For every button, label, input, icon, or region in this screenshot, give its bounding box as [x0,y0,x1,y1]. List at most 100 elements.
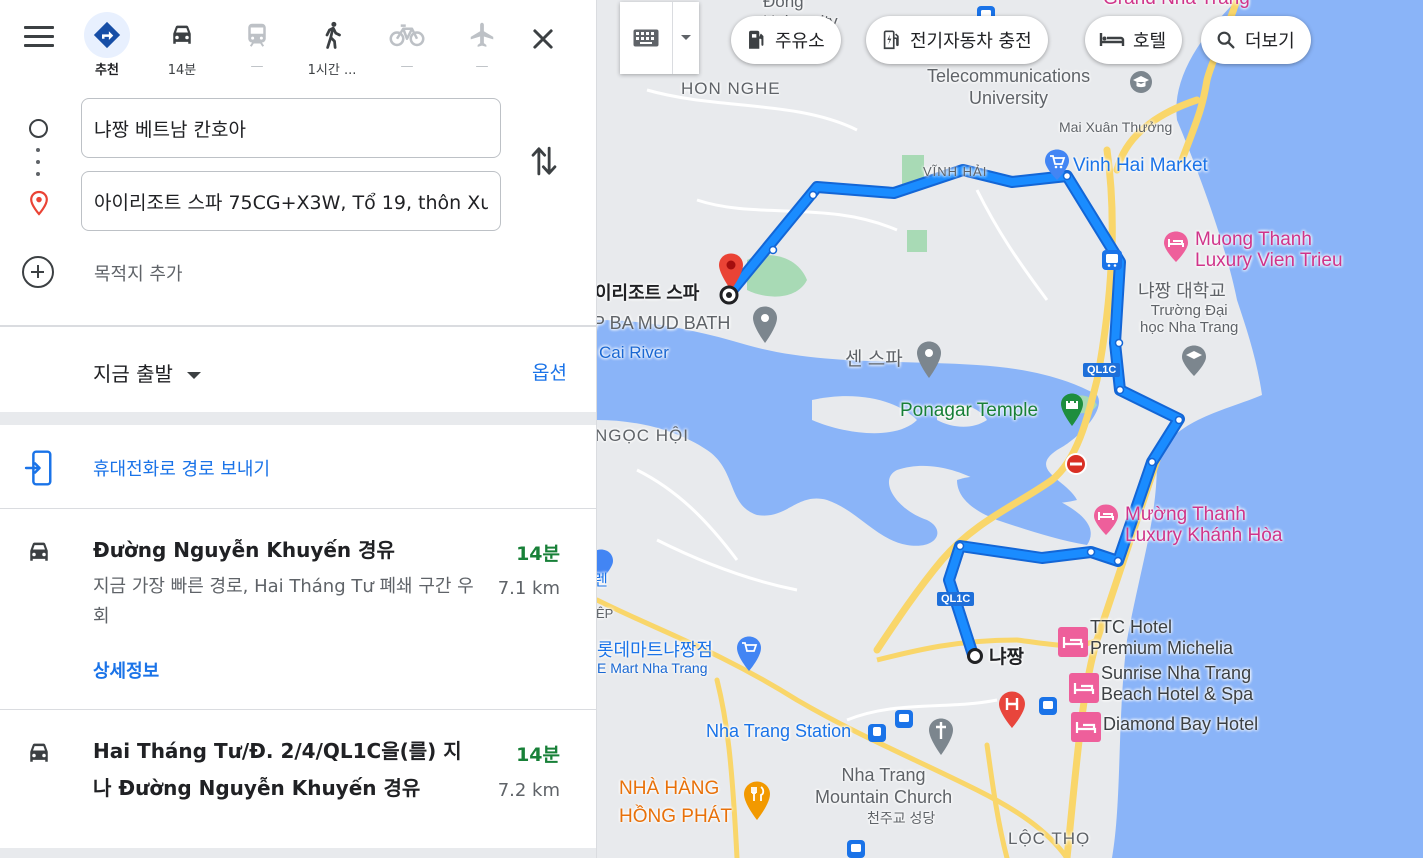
area-label: HON NGHE [681,79,781,98]
poi-label[interactable]: Mường Thanh Luxury Khánh Hòa [1125,504,1282,546]
poi-label[interactable]: 센 스파 [845,344,903,371]
train-station-icon[interactable] [868,724,886,746]
waypoint-connector [36,148,40,184]
shopping-cart-icon[interactable] [735,635,763,677]
chip-hotel[interactable]: 호텔 [1085,16,1183,64]
road-closure-icon[interactable] [1064,452,1088,480]
origin-marker-icon[interactable] [966,647,984,669]
hotel-marker-icon[interactable] [1162,230,1190,268]
route-option-1[interactable]: Đường Nguyễn Khuyến 경유 14분 7.1 km 지금 가장 … [0,509,596,709]
send-to-phone-label: 휴대전화로 경로 보내기 [93,459,271,480]
poi-label[interactable]: Nha Trang Mountain Church [815,764,952,808]
swap-icon [531,146,557,176]
hotel-icon [1099,33,1125,46]
origin-input[interactable] [81,98,501,158]
poi-label[interactable]: Trường Đại học Nha Trang [1140,302,1238,336]
river-label: Cai River [599,343,669,362]
bus-stop-icon[interactable] [1039,697,1057,719]
shopping-cart-icon[interactable] [1043,148,1071,186]
chip-ev-charging[interactable]: 전기자동차 충전 [866,16,1048,64]
bus-stop-icon[interactable] [847,840,865,858]
hospital-icon[interactable] [997,690,1027,734]
poi-label[interactable]: 천주교 성당 [867,808,935,828]
education-icon[interactable] [1129,70,1153,98]
send-to-phone-button[interactable]: 휴대전화로 경로 보내기 [0,426,596,508]
swap-directions-button[interactable] [528,143,560,183]
route-details-link[interactable]: 상세정보 [93,657,159,683]
poi-label[interactable]: ÊP [597,606,613,621]
poi-label[interactable]: 냐짱 대학교 [1138,277,1226,303]
bus-stop-icon[interactable] [1102,250,1122,274]
poi-label[interactable]: Nha Trang Station [706,721,851,742]
route-distance: 7.2 km [497,780,560,801]
mode-walking[interactable]: 1시간 ... [300,12,364,78]
chip-more[interactable]: 더보기 [1201,16,1311,64]
poi-label[interactable]: E Mart Nha Trang [597,660,708,676]
depart-time-dropdown[interactable]: 지금 출발 [93,358,201,387]
route-distance: 7.1 km [497,578,560,599]
poi-label[interactable]: Sunrise Nha Trang Beach Hotel & Spa [1101,663,1253,705]
keyboard-dropdown-button[interactable] [672,2,699,74]
education-icon[interactable] [1180,344,1208,382]
car-icon [24,537,54,571]
hotel-icon[interactable] [1069,673,1099,707]
hotel-icon[interactable] [1058,627,1088,661]
section-separator [0,412,596,425]
close-directions-button[interactable] [526,24,560,54]
poi-label[interactable]: 렌 [597,569,608,590]
poi-label[interactable]: Ponagar Temple [900,400,1038,422]
walking-icon [309,12,355,58]
travel-mode-bar: 추천 14분 — 1시간 ... — — [0,0,596,85]
poi-label[interactable]: Vinh Hai Market [1073,155,1208,177]
poi-label[interactable]: 롯데마트냐짱점 [597,636,713,662]
temple-icon[interactable] [1059,392,1085,432]
destination-pin-icon [28,190,50,220]
street-label: Mai Xuân Thưởng [1059,119,1173,135]
poi-label: Grand Nha Trang [1103,0,1250,9]
origin-map-label[interactable]: 냐짱 [989,642,1024,669]
chip-gas-station[interactable]: 주유소 [731,16,841,64]
poi-label[interactable]: Muong Thanh Luxury Vien Trieu [1195,229,1343,271]
add-icon [22,256,54,288]
bus-stop-icon[interactable] [895,710,913,732]
keyboard-button[interactable] [620,2,672,74]
menu-icon[interactable] [24,26,54,50]
mode-driving[interactable]: 14분 [150,12,214,78]
directions-panel: 추천 14분 — 1시간 ... — — 냐짱 베트남 칸호아 아이리조트 스파… [0,0,597,858]
mode-best[interactable]: 추천 [75,12,139,78]
place-marker-icon[interactable] [915,340,943,384]
mode-walking-label: 1시간 ... [307,63,357,78]
train-icon [234,12,280,58]
mode-driving-label: 14분 [167,63,197,78]
mode-flights[interactable]: — [450,12,514,78]
poi-label[interactable]: P BA MUD BATH [597,313,730,334]
chip-label: 호텔 [1133,31,1167,52]
map-canvas[interactable]: HON NGHE Đông University Grand Nha Trang… [597,0,1423,858]
destination-map-label[interactable]: 이리조트 스파 [597,279,699,305]
mode-flights-label: — [475,59,489,74]
add-destination-button[interactable]: 목적지 추가 [22,254,222,290]
poi-label[interactable]: NHÀ HÀNG HỒNG PHÁT [619,775,732,831]
route-option-2[interactable]: Hai Tháng Tư/Đ. 2/4/QL1C을(를) 지나 Đường Ng… [0,710,596,848]
route-title: Hai Tháng Tư/Đ. 2/4/QL1C을(를) 지나 Đường Ng… [93,739,462,800]
mode-transit[interactable]: — [225,12,289,78]
hotel-marker-icon[interactable] [1092,503,1120,541]
poi-label[interactable]: Diamond Bay Hotel [1103,714,1258,735]
mode-cycling[interactable]: — [375,12,439,78]
hotel-icon[interactable] [1071,712,1101,746]
restaurant-icon[interactable] [742,780,772,826]
car-icon [24,738,54,772]
options-button[interactable]: 옵션 [532,358,567,385]
section-separator [0,848,596,858]
place-marker-icon[interactable] [751,305,779,349]
poi-label[interactable]: TTC Hotel Premium Michelia [1090,617,1233,659]
mode-best-label: 추천 [95,63,119,78]
poi-label[interactable]: Telecommunications University [927,65,1090,109]
church-icon[interactable] [927,717,955,761]
highway-shield: QL1C [937,592,975,606]
bicycle-icon [384,12,430,58]
send-to-phone-icon [24,450,54,490]
search-icon [1217,31,1235,49]
destination-input[interactable] [81,171,501,231]
area-label: LỘC THỌ [1008,829,1091,848]
